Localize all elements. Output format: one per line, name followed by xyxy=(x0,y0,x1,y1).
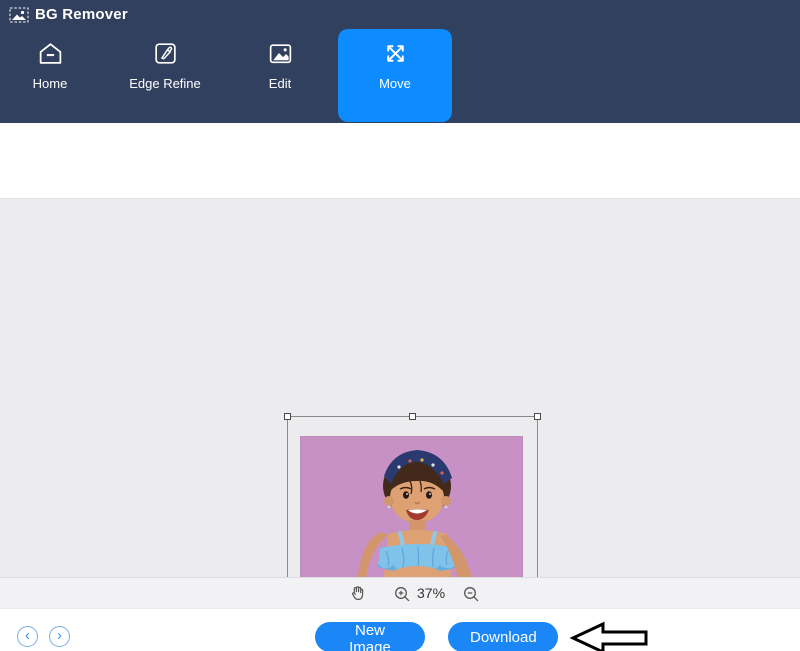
pan-tool-button[interactable] xyxy=(349,585,366,607)
selection-handle-top-right[interactable] xyxy=(534,413,541,420)
tab-move[interactable]: Move xyxy=(350,40,440,91)
bg-remover-app: BG Remover Home Edge Refine Edit xyxy=(0,0,800,651)
chevron-left-icon: ‹ xyxy=(25,627,30,644)
tab-move-label: Move xyxy=(379,76,411,91)
zoom-out-icon xyxy=(462,585,480,603)
chevron-right-icon: › xyxy=(57,627,62,644)
tab-edge-refine[interactable]: Edge Refine xyxy=(120,40,210,91)
tab-edge-refine-label: Edge Refine xyxy=(129,76,201,91)
selection-handle-top-left[interactable] xyxy=(284,413,291,420)
brand: BG Remover xyxy=(9,6,128,23)
previous-image-button[interactable]: ‹ xyxy=(17,626,38,647)
tab-home-label: Home xyxy=(33,76,68,91)
app-title: BG Remover xyxy=(35,6,128,23)
zoom-out-button[interactable] xyxy=(462,585,480,608)
tab-edit-label: Edit xyxy=(269,76,291,91)
new-image-button[interactable]: New Image xyxy=(315,622,425,651)
home-icon xyxy=(37,40,64,67)
zoom-in-icon xyxy=(393,585,411,603)
selection-handle-top-middle[interactable] xyxy=(409,413,416,420)
toolbar: ✓ Free Transform Flip: Rotate: xyxy=(0,123,800,198)
hand-icon xyxy=(349,585,366,602)
edit-icon xyxy=(267,40,294,67)
next-image-button[interactable]: › xyxy=(49,626,70,647)
footer: ‹ › New Image Download xyxy=(0,608,800,651)
bg-remover-logo-icon xyxy=(9,7,29,23)
edge-refine-icon xyxy=(152,40,179,67)
zoom-in-button[interactable] xyxy=(393,585,411,608)
canvas[interactable] xyxy=(0,198,800,577)
header: BG Remover Home Edge Refine Edit xyxy=(0,0,800,123)
download-button[interactable]: Download xyxy=(448,622,558,651)
zoom-bar: 37% xyxy=(0,577,800,608)
tab-home[interactable]: Home xyxy=(5,40,95,91)
tab-edit[interactable]: Edit xyxy=(235,40,325,91)
move-icon xyxy=(382,40,409,67)
zoom-level-value: 37% xyxy=(417,585,445,601)
annotation-arrow-left-icon xyxy=(570,620,650,651)
